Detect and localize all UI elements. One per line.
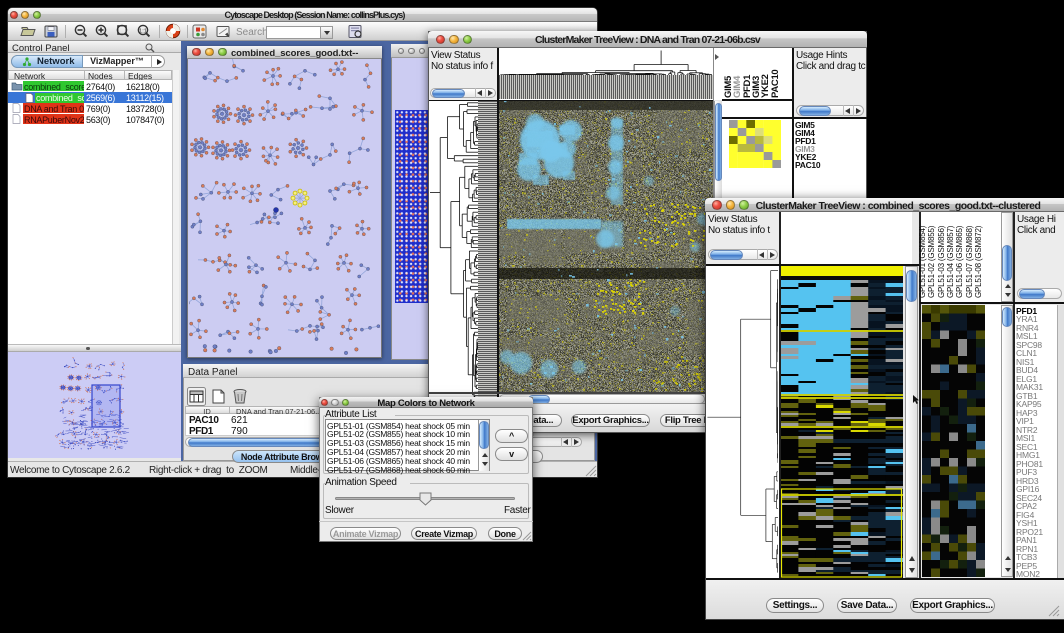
- svg-text:1:1: 1:1: [139, 28, 147, 34]
